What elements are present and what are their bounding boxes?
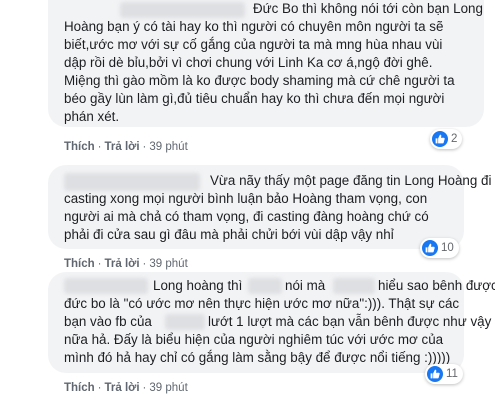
comment-text-line: mình đó hả hay chỉ có gắng làm sằng bậy …: [64, 350, 451, 365]
comment-actions: Thích · Trả lời · 39 phút: [64, 141, 188, 153]
redacted-name: [64, 278, 148, 294]
comment-text-line: Miệng thì gào mồm là ko được body shamin…: [64, 73, 455, 88]
like-button[interactable]: Thích: [64, 141, 95, 153]
comment-2: Vừa nãy thấy một page đăng tin Long Hoàn…: [0, 165, 495, 270]
redacted-name: [333, 278, 375, 294]
reaction-count: 11: [446, 368, 458, 380]
reply-button[interactable]: Trả lời: [105, 258, 140, 270]
comment-text-line: người ai mà chả có tham vọng, đi casting…: [64, 209, 429, 224]
comment-time[interactable]: 39 phút: [149, 258, 187, 270]
comment-text-line: lướt 1 lượt mà các bạn vẫn bênh được như…: [208, 314, 492, 329]
comment-text-line: nữa hả. Đấy là biểu hiện của người nghiê…: [64, 332, 444, 347]
comment-text-line: đức bo là "có ước mơ nên thực hiện ước m…: [64, 296, 460, 311]
separator-dot: ·: [142, 258, 147, 270]
comment-text-line: Hoàng bạn ý có tài hay ko thì người có c…: [64, 19, 444, 34]
like-icon: [427, 366, 443, 382]
comment-time[interactable]: 39 phút: [149, 141, 187, 153]
comment-text-line: casting xong mọi người bình luận bảo Hoà…: [64, 191, 428, 206]
reaction-count: 10: [441, 242, 454, 254]
redacted-name: [248, 278, 282, 294]
reply-button[interactable]: Trả lời: [105, 382, 140, 394]
separator-dot: ·: [97, 382, 102, 394]
comment-text-line: Đức Bo thì không nói tới còn bạn Long: [253, 1, 483, 16]
reaction-summary[interactable]: 11: [425, 364, 463, 384]
redacted-name: [64, 173, 200, 191]
comment-text-line: Vừa nãy thấy một page đăng tin Long Hoàn…: [210, 173, 492, 188]
reaction-count: 2: [451, 133, 458, 145]
comment-text-line: nói mà: [285, 278, 326, 293]
separator-dot: ·: [97, 141, 102, 153]
redacted-name: [165, 314, 205, 330]
comment-text-line: biết,ước mơ với sự cố gắng của người ta …: [64, 37, 443, 52]
comment-text-line: dập rồi dè bỉu,bởi vì chơi chung với Lin…: [64, 55, 433, 70]
comment-1: Đức Bo thì không nói tới còn bạn Long Ho…: [0, 0, 495, 153]
like-button[interactable]: Thích: [64, 382, 95, 394]
comment-3: Long hoàng thì nói mà hiểu sao bênh được…: [0, 272, 495, 400]
comment-text-line: hiểu sao bênh được: [378, 278, 495, 293]
comment-actions: Thích · Trả lời · 39 phút: [64, 258, 188, 270]
reply-button[interactable]: Trả lời: [105, 141, 140, 153]
like-icon: [422, 240, 438, 256]
comment-text-line: phán xét.: [64, 109, 120, 124]
separator-dot: ·: [142, 141, 147, 153]
separator-dot: ·: [97, 258, 102, 270]
like-icon: [432, 131, 448, 147]
comment-text-line: béo gầy lùn làm gì,đủ tiêu chuẩn hay ko …: [64, 91, 445, 106]
like-button[interactable]: Thích: [64, 258, 95, 270]
comment-text-line: phải đi cửa sau gì đâu mà phải chửi bới …: [64, 227, 394, 242]
reaction-summary[interactable]: 10: [420, 238, 459, 258]
comment-text-line: bạn vào fb của: [64, 314, 152, 329]
reaction-summary[interactable]: 2: [430, 129, 463, 149]
redacted-name: [120, 2, 245, 18]
comment-text-line: Long hoàng thì: [153, 278, 243, 293]
comment-time[interactable]: 39 phút: [149, 382, 187, 394]
separator-dot: ·: [142, 382, 147, 394]
comment-actions: Thích · Trả lời · 39 phút: [64, 382, 188, 394]
